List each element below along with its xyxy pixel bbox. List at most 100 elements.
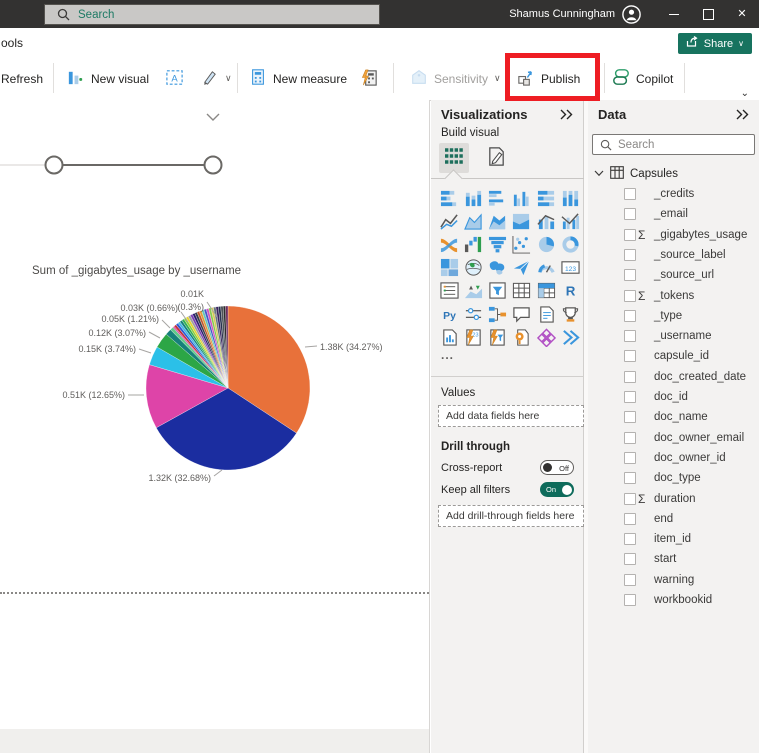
stacked-column-chart-icon[interactable] — [463, 188, 483, 208]
field-checkbox[interactable] — [624, 411, 636, 423]
scatter-chart-icon[interactable] — [512, 234, 532, 254]
100-stacked-area-chart-icon[interactable] — [512, 211, 532, 231]
text-box-button[interactable]: A — [165, 65, 184, 92]
field-name[interactable]: doc_type — [654, 472, 701, 484]
field-checkbox[interactable] — [624, 371, 636, 383]
minimize-button[interactable] — [657, 0, 691, 28]
field-row-item_id[interactable]: item_id — [588, 529, 759, 549]
field-checkbox[interactable] — [624, 290, 636, 302]
new-measure-button[interactable]: New measure — [249, 65, 347, 92]
field-checkbox[interactable] — [624, 513, 636, 525]
power-apps-icon[interactable]: 23 — [463, 327, 483, 347]
field-name[interactable]: _credits — [654, 188, 694, 200]
field-name[interactable]: workbookid — [654, 594, 712, 606]
shapes-button[interactable]: ∨ — [200, 65, 232, 92]
field-checkbox[interactable] — [624, 452, 636, 464]
field-name[interactable]: item_id — [654, 533, 691, 545]
area-chart-icon[interactable] — [463, 211, 483, 231]
paginated-report-icon[interactable] — [439, 327, 459, 347]
new-visual-button[interactable]: New visual — [66, 65, 149, 92]
range-slicer-visual[interactable] — [0, 100, 430, 190]
field-checkbox[interactable] — [624, 574, 636, 586]
treemap-icon[interactable] — [439, 258, 459, 278]
field-checkbox[interactable] — [624, 493, 636, 505]
azure-map-icon[interactable] — [512, 258, 532, 278]
refresh-button[interactable]: Refresh — [1, 65, 43, 92]
field-row-capsule_id[interactable]: capsule_id — [588, 346, 759, 366]
waterfall-chart-icon[interactable] — [463, 234, 483, 254]
tab-format-visual[interactable] — [483, 146, 509, 172]
field-checkbox[interactable] — [624, 553, 636, 565]
collapse-pane-chevrons-icon[interactable] — [736, 107, 749, 125]
field-row-_tokens[interactable]: Σ_tokens — [588, 286, 759, 306]
data-search-input[interactable]: Search — [592, 134, 755, 155]
more-visuals-button[interactable]: ... — [441, 348, 454, 362]
field-checkbox[interactable] — [624, 249, 636, 261]
funnel-chart-icon[interactable] — [488, 234, 508, 254]
field-row-doc_created_date[interactable]: doc_created_date — [588, 367, 759, 387]
chevron-down-icon[interactable] — [594, 168, 604, 180]
titlebar-search-input[interactable]: Search — [44, 4, 380, 25]
field-checkbox[interactable] — [624, 533, 636, 545]
field-checkbox[interactable] — [624, 188, 636, 200]
report-canvas[interactable]: Sum of _gigabytes_usage by _username 1.3… — [0, 100, 430, 753]
filled-map-icon[interactable] — [488, 258, 508, 278]
field-row-doc_owner_id[interactable]: doc_owner_id — [588, 448, 759, 468]
tab-build-visual[interactable] — [439, 143, 469, 173]
power-automate-icon[interactable] — [488, 327, 508, 347]
stacked-area-chart-icon[interactable] — [488, 211, 508, 231]
values-field-well[interactable]: Add data fields here — [438, 405, 584, 427]
clustered-bar-chart-icon[interactable] — [488, 188, 508, 208]
line-chart-icon[interactable] — [439, 211, 459, 231]
field-row-warning[interactable]: warning — [588, 570, 759, 590]
user-name[interactable]: Shamus Cunningham — [509, 8, 615, 20]
close-button[interactable]: ✕ — [725, 0, 759, 28]
field-checkbox[interactable] — [624, 229, 636, 241]
drill-through-field-well[interactable]: Add drill-through fields here — [438, 505, 584, 527]
field-row-doc_name[interactable]: doc_name — [588, 407, 759, 427]
pie-chart-visual[interactable]: 1.38K (34.27%)1.32K (32.68%)0.51K (12.65… — [24, 260, 424, 520]
field-row-start[interactable]: start — [588, 549, 759, 569]
field-row-doc_type[interactable]: doc_type — [588, 468, 759, 488]
collapse-pane-chevrons-icon[interactable] — [560, 107, 573, 125]
field-row-_credits[interactable]: _credits — [588, 184, 759, 204]
share-button[interactable]: Share ∨ — [678, 33, 752, 54]
line-clustered-column-chart-icon[interactable] — [561, 211, 581, 231]
field-row-doc_owner_email[interactable]: doc_owner_email — [588, 428, 759, 448]
multi-row-card-icon[interactable] — [439, 281, 459, 301]
table-node-capsules[interactable]: Capsules — [594, 166, 678, 182]
field-name[interactable]: doc_owner_email — [654, 432, 744, 444]
field-checkbox[interactable] — [624, 432, 636, 444]
field-name[interactable]: capsule_id — [654, 350, 709, 362]
ribbon-tab-tools-fragment[interactable]: ools — [1, 36, 23, 50]
field-checkbox[interactable] — [624, 472, 636, 484]
field-checkbox[interactable] — [624, 269, 636, 281]
100-stacked-column-chart-icon[interactable] — [561, 188, 581, 208]
field-name[interactable]: _username — [654, 330, 712, 342]
field-row-workbookid[interactable]: workbookid — [588, 590, 759, 610]
ribbon-chart-icon[interactable] — [439, 234, 459, 254]
field-checkbox[interactable] — [624, 350, 636, 362]
field-checkbox[interactable] — [624, 310, 636, 322]
field-name[interactable]: doc_created_date — [654, 371, 746, 383]
field-name[interactable]: _source_label — [654, 249, 726, 261]
field-row-doc_id[interactable]: doc_id — [588, 387, 759, 407]
stacked-bar-chart-icon[interactable] — [439, 188, 459, 208]
numeric-range-slicer-icon[interactable] — [463, 304, 483, 324]
cross-report-toggle[interactable]: Off — [540, 460, 574, 475]
python-script-icon[interactable]: Py — [439, 304, 459, 324]
kpi-icon[interactable]: ▲▼ — [463, 281, 483, 301]
gauge-icon[interactable] — [536, 258, 556, 278]
field-row-duration[interactable]: Σduration — [588, 489, 759, 509]
publish-button[interactable]: Publish — [516, 65, 580, 92]
field-checkbox[interactable] — [624, 330, 636, 342]
table-icon[interactable] — [512, 281, 532, 301]
field-name[interactable]: _tokens — [654, 290, 694, 302]
field-name[interactable]: _type — [654, 310, 682, 322]
field-row-end[interactable]: end — [588, 509, 759, 529]
field-name[interactable]: doc_name — [654, 411, 708, 423]
field-row-_username[interactable]: _username — [588, 326, 759, 346]
arcgis-map-icon[interactable] — [512, 327, 532, 347]
field-row-_gigabytes_usage[interactable]: Σ_gigabytes_usage — [588, 225, 759, 245]
field-row-_email[interactable]: _email — [588, 204, 759, 224]
